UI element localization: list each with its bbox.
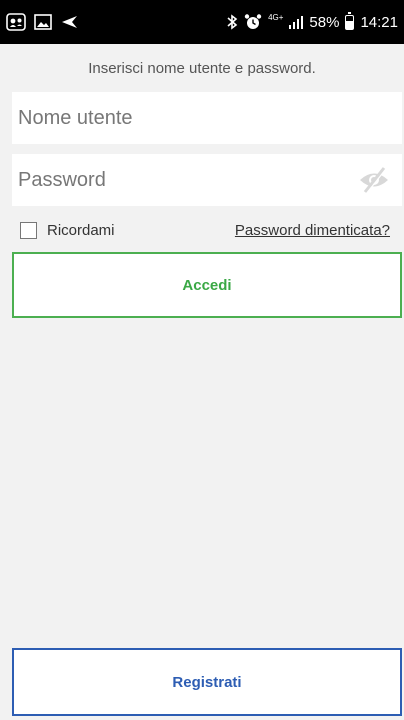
login-button[interactable]: Accedi	[12, 252, 402, 318]
alarm-icon	[244, 13, 262, 31]
navigation-arrow-icon	[60, 14, 78, 30]
eye-off-icon[interactable]	[358, 166, 390, 194]
forgot-password-link[interactable]: Password dimenticata?	[235, 222, 390, 239]
login-instructions: Inserisci nome utente e password.	[88, 60, 316, 77]
signal-icon	[289, 15, 304, 29]
remember-me-toggle[interactable]: Ricordami	[20, 221, 115, 239]
status-bar: 4G+ 58% 14:21	[0, 0, 404, 44]
password-input[interactable]	[12, 154, 402, 206]
battery-percent: 58%	[309, 13, 340, 31]
status-bar-left	[6, 13, 78, 31]
username-input[interactable]	[12, 92, 402, 144]
register-button[interactable]: Registrati	[12, 648, 402, 716]
remember-me-checkbox[interactable]	[20, 221, 37, 239]
status-bar-right: 4G+ 58% 14:21	[226, 11, 398, 31]
bluetooth-icon	[226, 14, 238, 30]
image-icon	[34, 14, 52, 30]
battery-icon	[345, 11, 355, 30]
username-field-container	[12, 92, 402, 144]
notification-app-icon	[6, 13, 26, 31]
clock: 14:21	[360, 13, 398, 31]
remember-me-label: Ricordami	[47, 221, 115, 239]
battery-fill	[346, 20, 354, 29]
password-field-container	[12, 154, 402, 206]
login-options-row: Ricordami Password dimenticata?	[20, 218, 390, 242]
network-type-label: 4G+	[268, 13, 284, 22]
